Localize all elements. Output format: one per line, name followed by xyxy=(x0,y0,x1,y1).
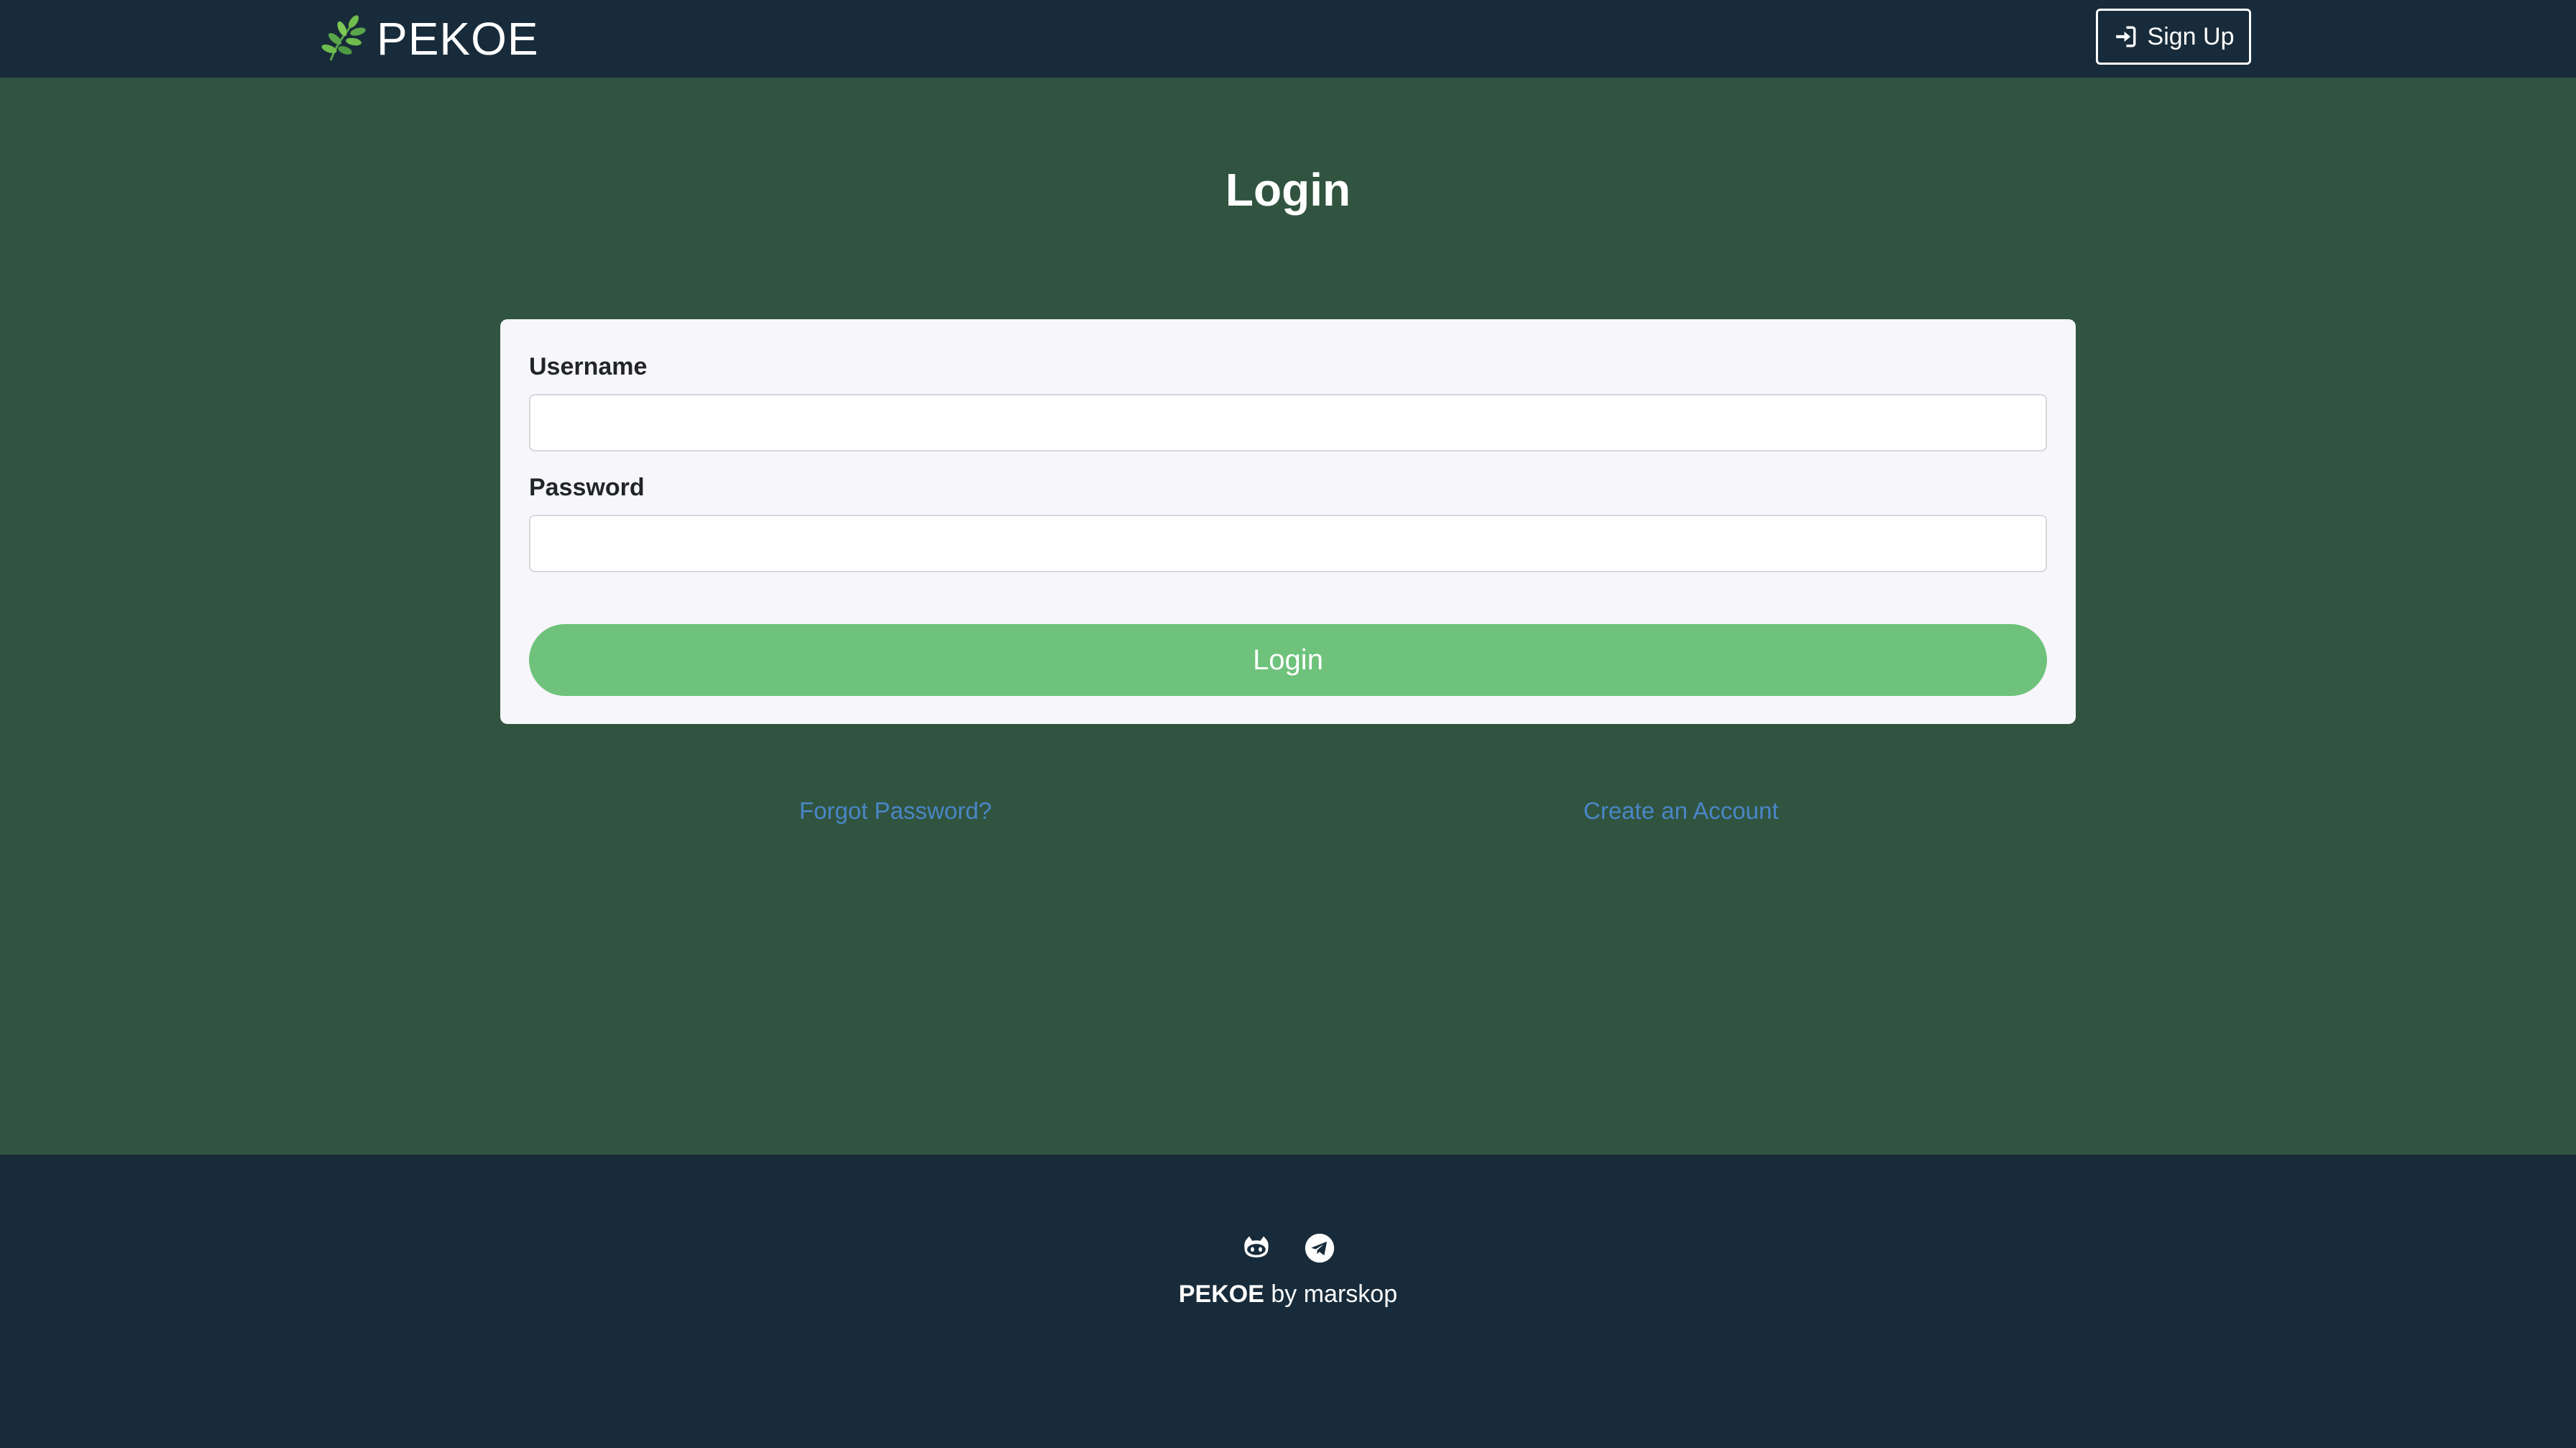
leaf-sprig-icon xyxy=(321,15,366,61)
forgot-password-link[interactable]: Forgot Password? xyxy=(799,797,992,825)
password-input[interactable] xyxy=(529,515,2047,572)
footer-brand: PEKOE xyxy=(1178,1280,1264,1308)
sign-up-button[interactable]: Sign Up xyxy=(2096,9,2251,65)
github-icon[interactable] xyxy=(1241,1232,1272,1264)
page-title: Login xyxy=(1225,164,1351,216)
sign-up-label: Sign Up xyxy=(2147,22,2235,50)
brand-home-link[interactable]: PEKOE xyxy=(321,12,539,66)
username-input[interactable] xyxy=(529,394,2047,452)
footer-social-links xyxy=(0,1232,2576,1264)
footer-credit: PEKOE by marskop xyxy=(0,1278,2576,1310)
top-navbar: PEKOE Sign Up xyxy=(0,0,2576,78)
password-label: Password xyxy=(529,474,645,501)
brand-name: PEKOE xyxy=(377,13,539,65)
telegram-icon[interactable] xyxy=(1304,1232,1335,1264)
create-account-link[interactable]: Create an Account xyxy=(1583,797,1779,825)
login-form-card: Username Password Login xyxy=(500,319,2076,724)
footer-author: by marskop xyxy=(1271,1280,1398,1308)
sign-in-arrow-icon xyxy=(2115,26,2135,47)
login-submit-button[interactable]: Login xyxy=(529,624,2047,696)
footer: PEKOE by marskop xyxy=(0,1155,2576,1448)
username-label: Username xyxy=(529,353,648,380)
